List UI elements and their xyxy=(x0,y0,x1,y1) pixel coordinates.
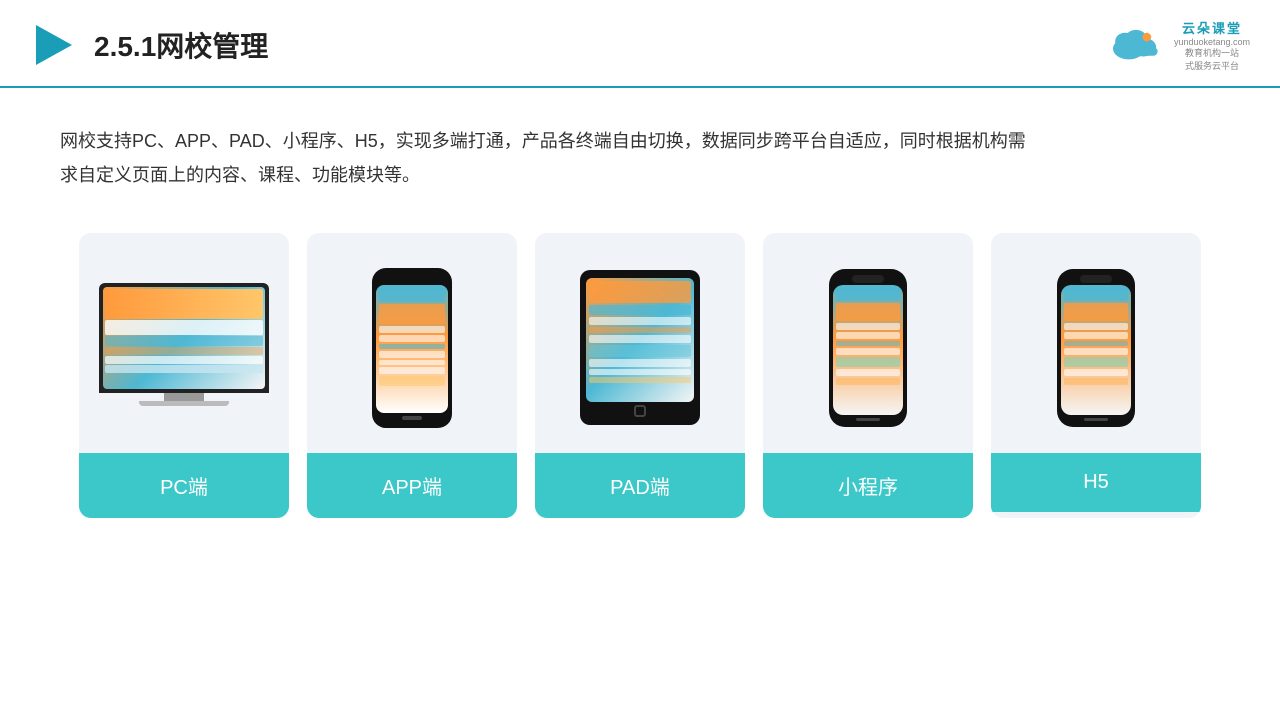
phone-notch-mockup-mini xyxy=(829,269,907,427)
description-content: 网校支持PC、APP、PAD、小程序、H5，实现多端打通，产品各终端自由切换，数… xyxy=(60,131,1026,185)
page-title: 2.5.1网校管理 xyxy=(94,25,268,65)
phone-mockup-app xyxy=(372,268,452,428)
card-h5-label: H5 xyxy=(991,453,1201,512)
brand-logo-icon xyxy=(1106,27,1166,63)
card-mini-image xyxy=(763,233,973,453)
header-left: 2.5.1网校管理 xyxy=(30,21,268,69)
phone-notch-mockup-h5 xyxy=(1057,269,1135,427)
pc-mockup xyxy=(99,283,269,413)
header: 2.5.1网校管理 云朵课堂 yunduoketang.com 教育机构一站式服… xyxy=(0,0,1280,88)
card-pad-image xyxy=(535,233,745,453)
brand-name: 云朵课堂 xyxy=(1182,18,1242,37)
brand-info: 云朵课堂 yunduoketang.com 教育机构一站式服务云平台 xyxy=(1174,18,1250,72)
card-mini-label: 小程序 xyxy=(763,453,973,518)
card-pc-label: PC端 xyxy=(79,453,289,518)
tablet-mockup xyxy=(580,270,700,425)
card-app-image xyxy=(307,233,517,453)
brand-pinyin: yunduoketang.com xyxy=(1174,37,1250,47)
header-right: 云朵课堂 yunduoketang.com 教育机构一站式服务云平台 xyxy=(1106,18,1250,72)
card-pad: PAD端 xyxy=(535,233,745,518)
description-text: 网校支持PC、APP、PAD、小程序、H5，实现多端打通，产品各终端自由切换，数… xyxy=(0,88,1100,212)
card-h5-image xyxy=(991,233,1201,453)
card-pad-label: PAD端 xyxy=(535,453,745,518)
card-app: APP端 xyxy=(307,233,517,518)
card-pc-image xyxy=(79,233,289,453)
brand-slogan: 教育机构一站式服务云平台 xyxy=(1185,47,1239,72)
card-mini: 小程序 xyxy=(763,233,973,518)
card-h5: H5 xyxy=(991,233,1201,518)
cards-section: PC端 APP端 xyxy=(0,213,1280,548)
card-pc: PC端 xyxy=(79,233,289,518)
logo-arrow-icon xyxy=(30,21,78,69)
card-app-label: APP端 xyxy=(307,453,517,518)
